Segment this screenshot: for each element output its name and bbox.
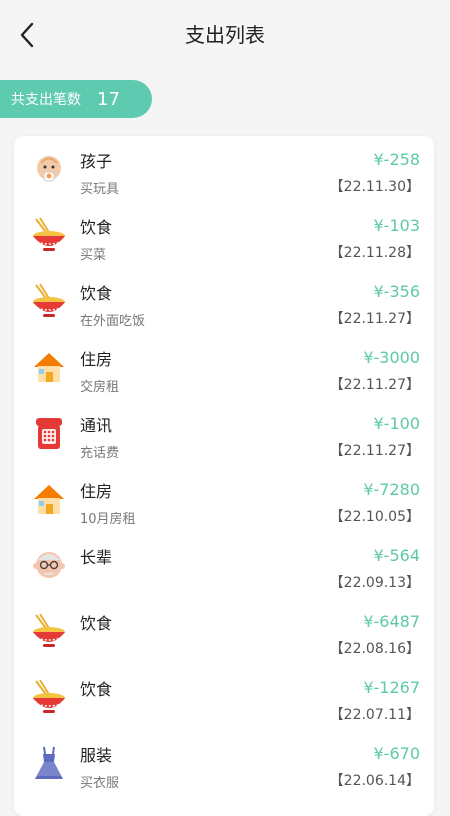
expense-category: 饮食 [80, 614, 113, 633]
expense-row[interactable]: 长辈 ¥-564 【22.09.13】 [14, 532, 434, 598]
expense-amount: ¥-3000 [363, 348, 420, 367]
expense-amount: ¥-6487 [363, 612, 420, 631]
noodle-bowl-icon [30, 678, 68, 716]
expense-row[interactable]: 饮食 ¥-6487 【22.08.16】 [14, 598, 434, 664]
expense-row[interactable]: 住房 10月房租 ¥-7280 【22.10.05】 [14, 466, 434, 532]
expense-list: 孩子 买玩具 ¥-258 【22.11.30】 饮食 买菜 ¥-103 【22.11.28】… [14, 136, 434, 816]
expense-category: 饮食 [80, 284, 113, 303]
expense-date: 【22.11.27】 [329, 311, 420, 327]
expense-amount: ¥-103 [373, 216, 421, 235]
baby-icon [30, 150, 68, 188]
expense-amount: ¥-7280 [363, 480, 420, 499]
expense-amount: ¥-258 [373, 150, 421, 169]
expense-amount: ¥-1267 [363, 678, 420, 697]
expense-note: 在外面吃饭 [80, 314, 146, 329]
expense-date: 【22.11.27】 [329, 443, 420, 459]
noodle-bowl-icon [30, 216, 68, 254]
grandpa-icon [30, 546, 68, 584]
expense-date: 【22.08.16】 [329, 641, 420, 657]
noodle-bowl-icon [30, 282, 68, 320]
dress-icon [30, 744, 68, 782]
expense-date: 【22.10.05】 [329, 509, 420, 525]
expense-row[interactable]: 服装买衣服 ¥-670 【22.06.14】 [14, 730, 434, 796]
expense-category: 服装 [80, 746, 113, 765]
expense-category: 长辈 [80, 548, 113, 567]
expense-category: 通讯 [80, 416, 113, 435]
expense-count-label: 共支出笔数 [11, 92, 81, 108]
expense-category: 饮食 [80, 218, 113, 237]
expense-date: 【22.11.27】 [329, 377, 420, 393]
expense-date: 【22.11.30】 [329, 179, 420, 195]
expense-note: 10月房租 [80, 512, 136, 527]
expense-amount: ¥-564 [373, 546, 421, 565]
expense-amount: ¥-356 [373, 282, 421, 301]
expense-row[interactable]: 通讯充话费 ¥-100 【22.11.27】 [14, 400, 434, 466]
noodle-bowl-icon [30, 612, 68, 650]
expense-date: 【22.07.11】 [329, 707, 420, 723]
expense-amount: ¥-670 [373, 744, 421, 763]
house-icon [30, 348, 68, 386]
page-title: 支出列表 [185, 23, 265, 47]
expense-category: 住房 [80, 350, 113, 369]
expense-row[interactable]: 孩子买玩具 ¥-258 【22.11.30】 [14, 136, 434, 202]
expense-category: 孩子 [80, 152, 113, 171]
expense-row[interactable]: 饮食在外面吃饭 ¥-356 【22.11.27】 [14, 268, 434, 334]
house-icon [30, 480, 68, 518]
expense-date: 【22.06.14】 [329, 773, 420, 789]
expense-note: 买衣服 [80, 776, 120, 791]
expense-row[interactable]: 饮食 ¥-1267 【22.07.11】 [14, 664, 434, 730]
expense-count-badge: 共支出笔数 17 [0, 80, 152, 118]
expense-row[interactable]: 住房交房租 ¥-3000 【22.11.27】 [14, 334, 434, 400]
expense-row[interactable]: 饮食买菜 ¥-103 【22.11.28】 [14, 202, 434, 268]
expense-category: 住房 [80, 482, 113, 501]
expense-date: 【22.11.28】 [329, 245, 420, 261]
expense-note: 交房租 [80, 380, 120, 395]
expense-amount: ¥-100 [373, 414, 421, 433]
expense-date: 【22.09.13】 [329, 575, 420, 591]
expense-note: 买菜 [80, 248, 107, 263]
telephone-icon [30, 414, 68, 452]
expense-category: 饮食 [80, 680, 113, 699]
expense-count-value: 17 [97, 88, 120, 110]
expense-note: 买玩具 [80, 182, 120, 197]
expense-note: 充话费 [80, 446, 120, 461]
header: 支出列表 [0, 0, 450, 70]
